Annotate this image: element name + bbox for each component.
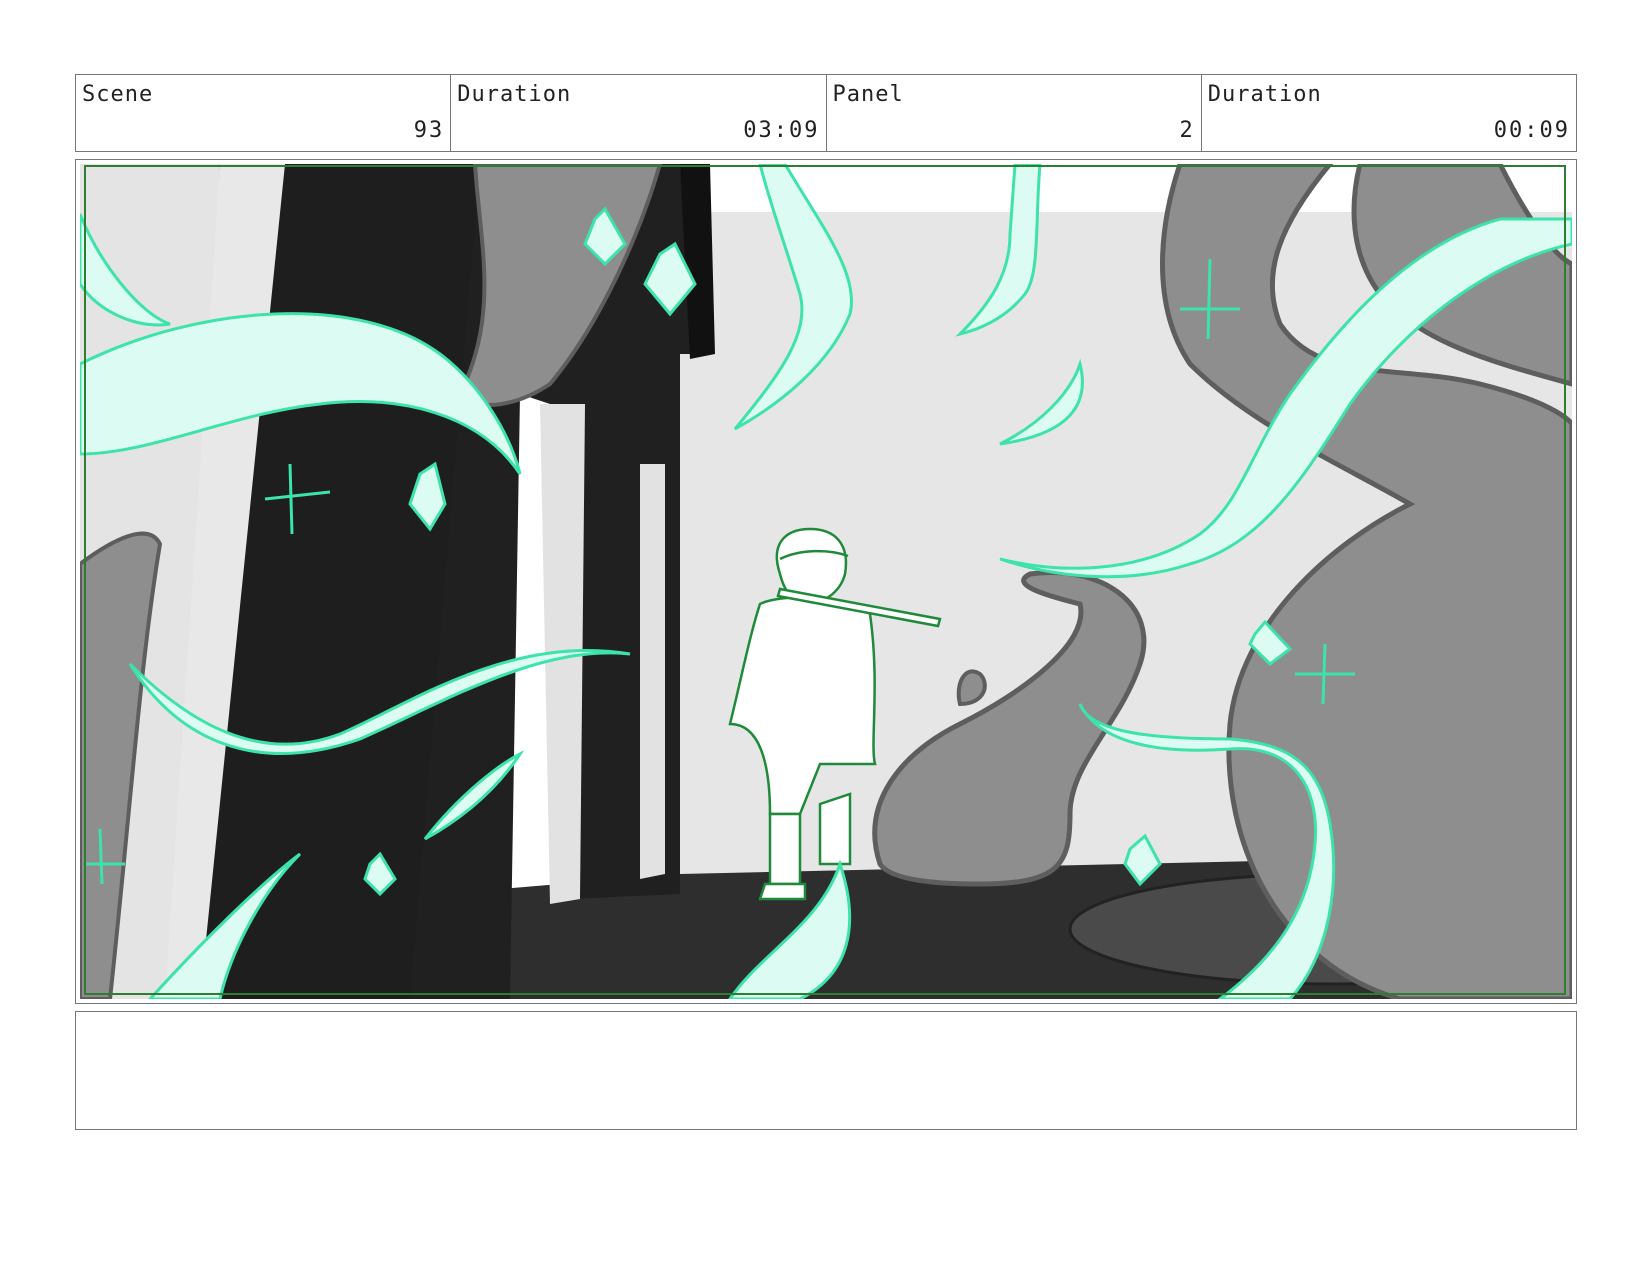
scene-duration-label: Duration [457,82,572,107]
storyboard-panel [75,159,1577,1004]
arch-column-right [640,464,665,879]
panel-notes [75,1011,1577,1130]
character-leg-right [818,792,852,866]
panel-duration-label: Duration [1207,82,1322,107]
panel-artwork [80,164,1572,999]
panel-label: Panel [832,82,904,107]
scene-cell: Scene 93 [76,75,452,151]
panel-cell: Panel 2 [827,75,1202,151]
scene-number: 93 [413,118,445,143]
panel-duration-value: 00:09 [1493,118,1570,143]
scene-label: Scene [82,82,154,107]
scene-duration-value: 03:09 [743,118,820,143]
panel-header: Scene 93 Duration 03:09 Panel 2 Duration… [75,74,1577,152]
scene-illustration [80,164,1572,999]
scene-duration-cell: Duration 03:09 [451,75,827,151]
panel-number: 2 [1179,118,1195,143]
tentacle-tip-ear [956,669,987,707]
character-shoe [758,882,807,901]
character-leg-left [768,812,802,886]
panel-duration-cell: Duration 00:09 [1202,75,1576,151]
